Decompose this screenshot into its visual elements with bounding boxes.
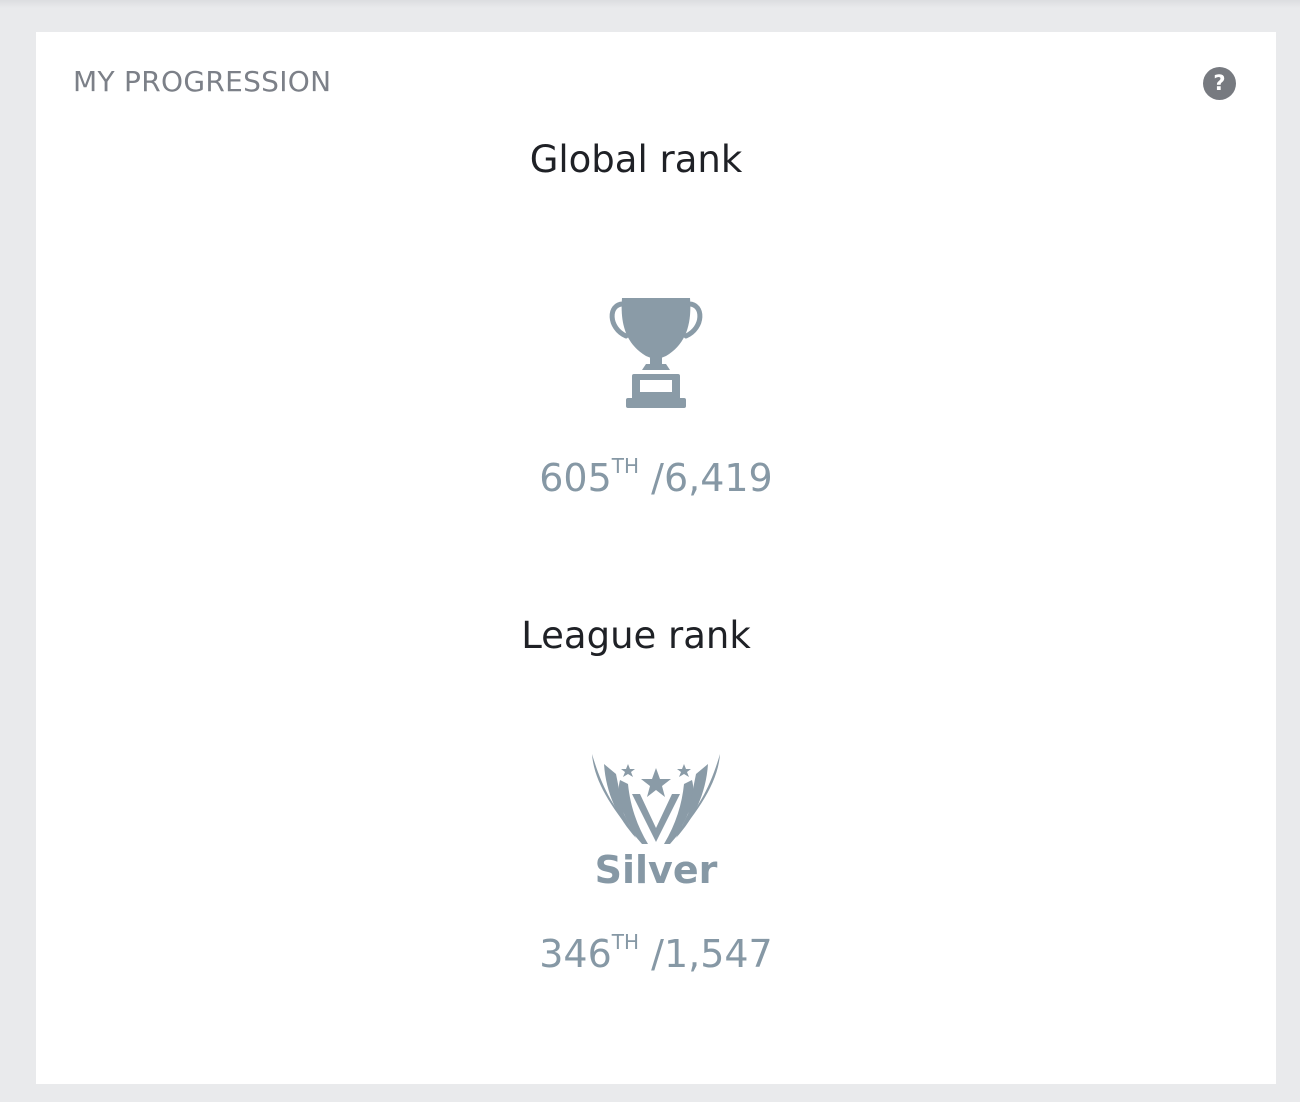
trophy-icon [609,298,703,408]
league-rank-value: 346TH /1,547 [46,930,1266,976]
help-icon[interactable]: ? [1203,67,1236,100]
global-rank-total: /6,419 [651,456,773,500]
league-emblem-icon [592,754,720,844]
global-rank-suffix: TH [611,454,640,478]
league-rank-title: League rank [521,614,751,657]
global-rank-position: 605 [539,456,612,500]
league-rank-total: /1,547 [651,932,773,976]
league-rank-suffix: TH [611,930,640,954]
global-rank-title: Global rank [529,138,743,181]
card-title: MY PROGRESSION [73,65,332,98]
page-top-shadow [0,0,1300,8]
league-name: Silver [594,848,718,892]
global-rank-value: 605TH /6,419 [46,454,1266,500]
league-rank-position: 346 [539,932,612,976]
progression-card: MY PROGRESSION ? Global rank 605TH /6,41… [36,32,1276,1084]
